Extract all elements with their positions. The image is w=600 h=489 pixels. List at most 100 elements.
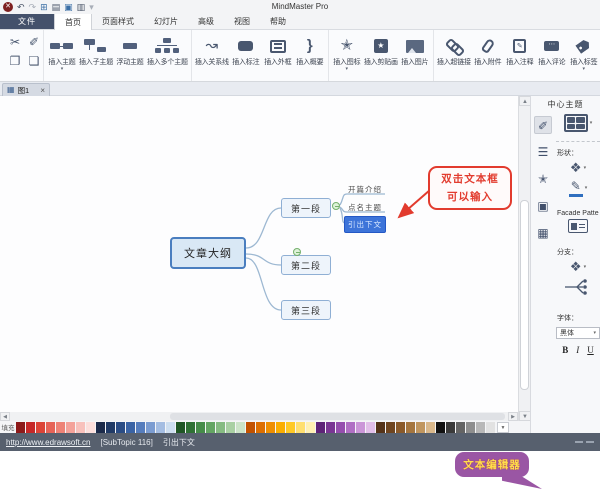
insert-hyperlink-button[interactable]: 插入超链接 (436, 33, 472, 67)
mindmap-canvas[interactable]: 文章大纲 第一段 第二段 第三段 开篇介绍 点名主题 引出下文 双击文本框 可以… (0, 96, 518, 412)
vertical-scroll-thumb[interactable] (520, 200, 529, 390)
theme-style-picker[interactable]: ▾ (563, 114, 592, 132)
color-swatch[interactable] (166, 421, 175, 433)
color-swatch[interactable] (16, 421, 25, 433)
floating-topic-button[interactable]: 浮动主题 (114, 33, 146, 67)
color-swatch[interactable] (96, 421, 105, 433)
insert-attachment-button[interactable]: 插入附件 (472, 33, 504, 67)
tab-page-style[interactable]: 页面样式 (92, 14, 144, 29)
tab-close-icon[interactable]: × (40, 86, 45, 95)
color-swatch[interactable] (416, 421, 425, 433)
tab-help[interactable]: 帮助 (260, 14, 296, 29)
outline-icon[interactable]: ☰ (534, 143, 552, 161)
color-swatch[interactable] (196, 421, 205, 433)
scroll-left-icon[interactable]: ◀ (0, 412, 10, 421)
color-swatch[interactable] (146, 421, 155, 433)
color-swatch[interactable] (26, 421, 35, 433)
insert-picture-button[interactable]: 插入图片 (399, 33, 431, 67)
color-swatch[interactable] (446, 421, 455, 433)
color-swatch[interactable] (456, 421, 465, 433)
horizontal-scroll-thumb[interactable] (170, 413, 505, 420)
vertical-scrollbar[interactable]: ▲ ▼ (518, 96, 531, 421)
facade-pattern-icon[interactable] (568, 219, 588, 233)
color-swatch[interactable] (216, 421, 225, 433)
color-swatch[interactable] (136, 421, 145, 433)
color-swatch[interactable] (176, 421, 185, 433)
insert-callout-button[interactable]: 插入标注 (230, 33, 262, 67)
root-topic-node[interactable]: 文章大纲 (170, 237, 246, 269)
subtopic-node-1[interactable]: 开篇介绍 (348, 184, 382, 195)
branch-color-picker[interactable]: ❖ ▾ (570, 259, 586, 275)
color-swatch[interactable] (286, 421, 295, 433)
file-menu-button[interactable]: 文件 (0, 14, 54, 29)
color-swatch[interactable] (346, 421, 355, 433)
color-swatch[interactable] (276, 421, 285, 433)
shape-style-picker[interactable]: ❖ ▾ (570, 160, 586, 176)
website-link[interactable]: http://www.edrawsoft.cn (6, 438, 90, 447)
branch-node-1[interactable]: 第一段 (281, 198, 331, 218)
subtopic-node-2[interactable]: 点名主题 (348, 202, 382, 213)
color-swatch[interactable] (46, 421, 55, 433)
underline-button[interactable]: U (587, 345, 594, 355)
tab-view[interactable]: 视图 (224, 14, 260, 29)
branch-style-picker[interactable] (563, 278, 593, 296)
scroll-right-icon[interactable]: ▶ (508, 412, 518, 421)
color-swatch[interactable] (226, 421, 235, 433)
color-swatch[interactable] (376, 421, 385, 433)
theme-brush-icon[interactable]: ✐ (534, 116, 552, 134)
branch-node-3[interactable]: 第三段 (281, 300, 331, 320)
tab-slides[interactable]: 幻灯片 (144, 14, 188, 29)
subtopic-node-3-selected[interactable]: 引出下文 (344, 216, 386, 233)
color-swatch[interactable] (256, 421, 265, 433)
tab-home[interactable]: 首页 (54, 14, 92, 30)
task-panel-icon[interactable]: ▦ (534, 224, 552, 242)
color-swatch[interactable] (486, 421, 495, 433)
insert-boundary-button[interactable]: 插入外框 (262, 33, 294, 67)
palette-more-icon[interactable]: ▼ (497, 421, 509, 433)
italic-button[interactable]: I (576, 345, 579, 355)
color-swatch[interactable] (156, 421, 165, 433)
color-swatch[interactable] (126, 421, 135, 433)
bold-button[interactable]: B (562, 345, 568, 355)
color-swatch[interactable] (466, 421, 475, 433)
cut-icon[interactable]: ✂ (6, 34, 24, 50)
color-swatch[interactable] (306, 421, 315, 433)
color-swatch[interactable] (396, 421, 405, 433)
color-swatch[interactable] (356, 421, 365, 433)
color-swatch[interactable] (336, 421, 345, 433)
color-swatch[interactable] (426, 421, 435, 433)
color-swatch[interactable] (266, 421, 275, 433)
color-swatch[interactable] (116, 421, 125, 433)
color-swatch[interactable] (476, 421, 485, 433)
color-swatch[interactable] (236, 421, 245, 433)
insert-summary-button[interactable]: } 插入概要 (294, 33, 326, 67)
color-swatch[interactable] (246, 421, 255, 433)
clipart-panel-icon[interactable]: ▣ (534, 197, 552, 215)
color-swatch[interactable] (366, 421, 375, 433)
copy-icon[interactable]: ❐ (6, 53, 24, 69)
collapse-handle-branch1[interactable] (332, 202, 340, 210)
shape-outline-picker[interactable]: ✎ ▾ (568, 179, 587, 197)
color-swatch[interactable] (56, 421, 65, 433)
insert-multiple-topics-button[interactable]: 插入多个主题 (146, 33, 189, 67)
insert-clipart-button[interactable]: ★ 插入剪贴画 (363, 33, 399, 67)
insert-topic-button[interactable]: 插入主题 ▾ (46, 33, 78, 72)
color-swatch[interactable] (436, 421, 445, 433)
insert-relationship-button[interactable]: ↝ 插入关系线 (194, 33, 230, 67)
color-swatch[interactable] (316, 421, 325, 433)
insert-comment-button[interactable]: ⋯ 插入评论 (536, 33, 568, 67)
color-swatch[interactable] (76, 421, 85, 433)
document-tab[interactable]: ▦ 图1 × (2, 83, 50, 96)
horizontal-scrollbar[interactable]: ◀ ▶ (0, 412, 518, 421)
branch-node-2[interactable]: 第二段 (281, 255, 331, 275)
icon-mark-icon[interactable]: ✭ (534, 170, 552, 188)
insert-icon-button[interactable]: ✭ 插入图标 ▾ (331, 33, 363, 72)
tab-advanced[interactable]: 高级 (188, 14, 224, 29)
color-swatch[interactable] (326, 421, 335, 433)
format-painter-icon[interactable]: ✐ (25, 34, 43, 50)
insert-subtopic-button[interactable]: 插入子主题 (78, 33, 114, 67)
paste-icon[interactable]: ❏ (25, 53, 43, 69)
color-swatches[interactable] (16, 421, 495, 433)
color-swatch[interactable] (406, 421, 415, 433)
color-swatch[interactable] (36, 421, 45, 433)
